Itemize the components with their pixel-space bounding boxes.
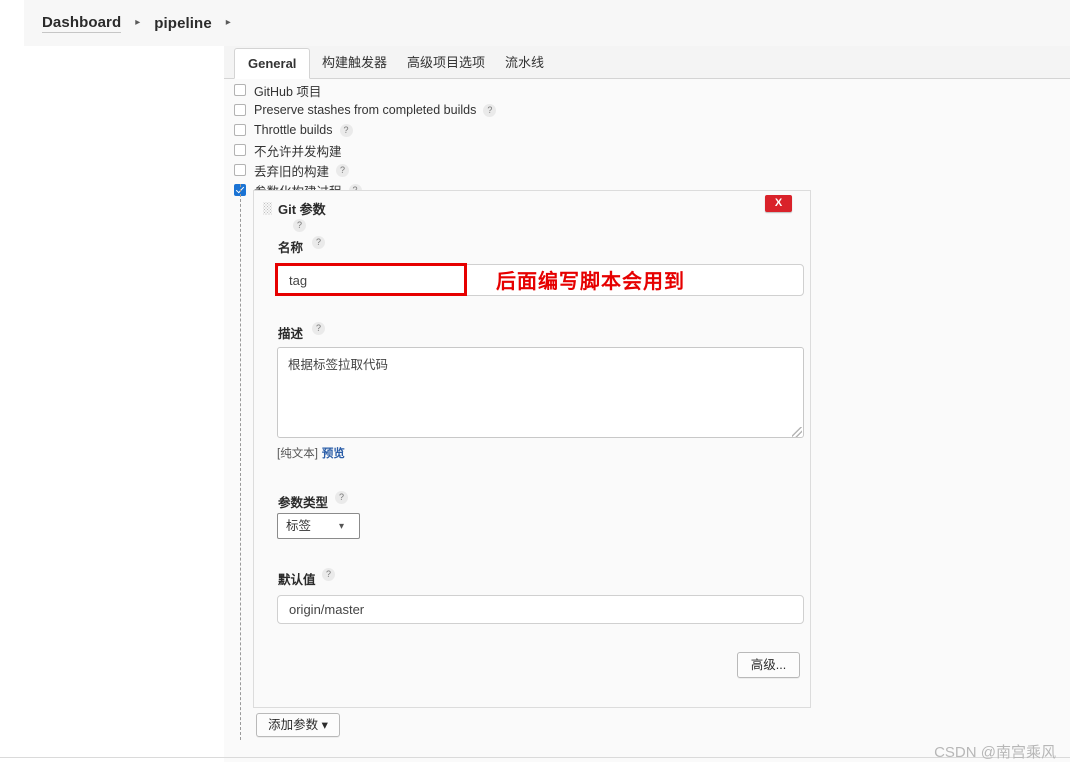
help-icon-default-value[interactable]: ?	[322, 568, 335, 581]
breadcrumb-separator-1: ▸	[135, 17, 141, 28]
breadcrumb: Dashboard ▸ pipeline ▸	[24, 0, 1070, 46]
help-icon-discard-old-builds[interactable]: ?	[336, 163, 350, 177]
nested-block-rail	[240, 184, 241, 740]
breadcrumb-separator-2[interactable]: ▸	[226, 18, 231, 28]
option-row-github-project[interactable]: GitHub 项目	[234, 82, 754, 99]
annotation-note-text: 后面编写脚本会用到	[496, 271, 685, 293]
general-options-list: GitHub 项目 Preserve stashes from complete…	[234, 82, 754, 202]
help-icon-throttle-builds[interactable]: ?	[339, 123, 353, 137]
option-label-github-project: GitHub 项目	[254, 84, 322, 99]
help-icon-description[interactable]: ?	[312, 322, 325, 335]
description-field-label: 描述	[278, 327, 304, 341]
tab-build-triggers[interactable]: 构建触发器	[309, 48, 400, 78]
parameter-panel-title: Git 参数	[278, 202, 326, 217]
option-row-no-concurrent-builds[interactable]: 不允许并发构建	[234, 142, 754, 159]
breadcrumb-item-dashboard[interactable]: Dashboard	[42, 14, 122, 33]
option-row-throttle-builds[interactable]: Throttle builds ?	[234, 122, 754, 138]
name-field-label: 名称	[278, 241, 304, 255]
tab-general[interactable]: General	[234, 48, 311, 79]
option-label-throttle-builds: Throttle builds	[254, 123, 333, 137]
drag-handle-icon[interactable]	[263, 202, 272, 215]
option-row-preserve-stashes[interactable]: Preserve stashes from completed builds ?	[234, 102, 754, 118]
parameter-type-select[interactable]: 标签	[277, 513, 360, 539]
add-parameter-button[interactable]: 添加参数 ▾	[256, 713, 340, 737]
breadcrumb-item-pipeline[interactable]: pipeline	[154, 15, 211, 32]
watermark-text: CSDN @南宫乘风	[934, 744, 1056, 761]
advanced-button[interactable]: 高级...	[737, 652, 800, 678]
description-format-row: [纯文本] 预览	[277, 445, 345, 461]
help-icon-preserve-stashes[interactable]: ?	[483, 103, 497, 117]
config-tab-strip: General 构建触发器 高级项目选项 流水线	[224, 46, 1070, 79]
option-label-no-concurrent-builds: 不允许并发构建	[254, 144, 342, 159]
checkbox-github-project[interactable]	[234, 84, 246, 96]
help-icon-name[interactable]: ?	[312, 236, 325, 249]
option-row-discard-old-builds[interactable]: 丢弃旧的构建 ?	[234, 162, 754, 179]
description-textarea[interactable]: 根据标签拉取代码	[277, 347, 804, 438]
tab-advanced-options[interactable]: 高级项目选项	[394, 48, 498, 78]
help-icon-git-parameter[interactable]: ?	[293, 219, 306, 232]
default-value-input[interactable]	[277, 595, 804, 624]
description-preview-link[interactable]: 预览	[322, 448, 345, 460]
description-format-note: [纯文本]	[277, 448, 318, 460]
tab-pipeline[interactable]: 流水线	[492, 48, 557, 78]
option-label-discard-old-builds: 丢弃旧的构建	[254, 164, 330, 179]
checkbox-preserve-stashes[interactable]	[234, 104, 246, 116]
checkbox-discard-old-builds[interactable]	[234, 164, 246, 176]
help-icon-parameter-type[interactable]: ?	[335, 491, 348, 504]
footer-divider	[0, 757, 1070, 758]
parameter-type-label: 参数类型	[278, 496, 329, 510]
checkbox-throttle-builds[interactable]	[234, 124, 246, 136]
close-icon[interactable]: X	[765, 195, 792, 212]
option-label-preserve-stashes: Preserve stashes from completed builds	[254, 103, 477, 117]
default-value-label: 默认值	[278, 573, 316, 587]
checkbox-no-concurrent-builds[interactable]	[234, 144, 246, 156]
